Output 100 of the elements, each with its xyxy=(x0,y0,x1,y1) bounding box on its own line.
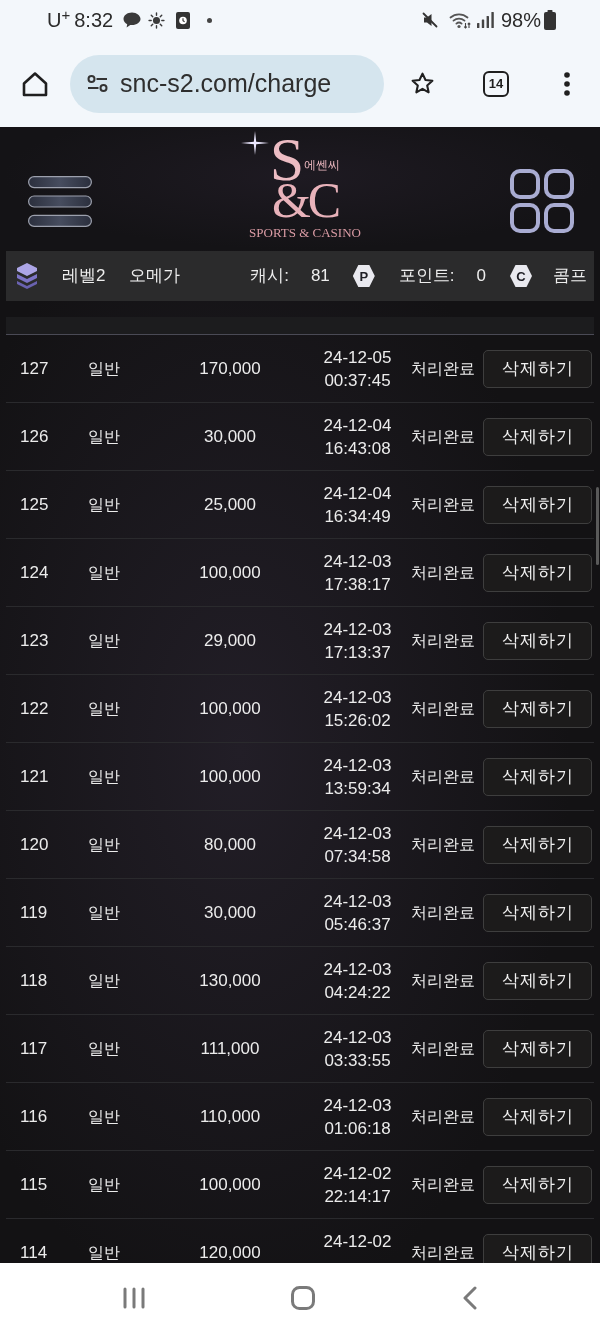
recent-apps-icon[interactable] xyxy=(122,1287,146,1309)
chat-bubble-icon xyxy=(123,12,142,28)
type-text: 일반 xyxy=(88,563,120,581)
row-number: 126 xyxy=(20,426,49,446)
type-text: 일반 xyxy=(88,631,120,649)
signal-icon xyxy=(476,12,494,28)
row-number: 120 xyxy=(20,834,49,854)
delete-button[interactable]: 삭제하기 xyxy=(483,893,592,932)
amount-text: 29,000 xyxy=(204,629,256,652)
type-text: 일반 xyxy=(88,1039,120,1057)
status-text: 처리완료 xyxy=(411,767,475,785)
type-text: 일반 xyxy=(88,1243,120,1261)
url-text: snc-s2.com/charge xyxy=(120,67,332,99)
points-value: 0 xyxy=(476,265,486,288)
bookmark-star-icon[interactable] xyxy=(410,71,435,96)
delete-button[interactable]: 삭제하기 xyxy=(483,1233,592,1263)
site-settings-icon[interactable] xyxy=(87,75,108,92)
date-text: 24-12-03 xyxy=(323,890,392,913)
amount-text: 120,000 xyxy=(199,1241,261,1263)
amount-text: 100,000 xyxy=(199,765,261,788)
time-text: 03:33:55 xyxy=(324,1049,391,1072)
status-text: 처리완료 xyxy=(411,495,475,513)
row-number: 125 xyxy=(20,494,49,514)
amount-text: 111,000 xyxy=(200,1037,260,1060)
date-text: 24-12-05 xyxy=(323,346,392,369)
clock-icon xyxy=(176,11,191,29)
row-number: 115 xyxy=(20,1174,48,1194)
home-icon[interactable] xyxy=(22,70,48,97)
time-text: 05:46:37 xyxy=(324,913,391,936)
logo-korean-text: 에쎈씨 xyxy=(304,159,341,172)
delete-button[interactable]: 삭제하기 xyxy=(483,1165,592,1204)
layers-icon xyxy=(16,262,38,290)
status-text: 처리완료 xyxy=(411,699,475,717)
type-text: 일반 xyxy=(88,427,120,445)
delete-button[interactable]: 삭제하기 xyxy=(483,349,592,388)
time-text: 22:14:17 xyxy=(324,1185,391,1208)
cash-label: 캐시: xyxy=(250,265,289,288)
sun-icon xyxy=(148,11,166,29)
type-text: 일반 xyxy=(88,767,120,785)
menu-icon[interactable] xyxy=(28,175,92,228)
delete-button[interactable]: 삭제하기 xyxy=(483,825,592,864)
status-text: 처리완료 xyxy=(411,903,475,921)
row-number: 124 xyxy=(20,562,49,582)
time-text: 17:38:17 xyxy=(324,573,391,596)
delete-button[interactable]: 삭제하기 xyxy=(483,689,592,728)
back-icon[interactable] xyxy=(462,1286,478,1310)
type-text: 일반 xyxy=(88,903,120,921)
point-badge: P xyxy=(352,265,375,287)
date-text: 24-12-04 xyxy=(323,482,392,505)
time-text: 16:34:49 xyxy=(324,505,391,528)
address-bar[interactable]: snc-s2.com/charge xyxy=(70,54,384,113)
amount-text: 30,000 xyxy=(204,425,256,448)
time-text: 07:34:58 xyxy=(324,845,391,868)
amount-text: 110,000 xyxy=(199,1105,261,1128)
status-text: 처리완료 xyxy=(411,427,475,445)
amount-text: 80,000 xyxy=(204,833,256,856)
status-text: 처리완료 xyxy=(411,359,475,377)
grid-menu-icon[interactable] xyxy=(510,168,574,233)
delete-button[interactable]: 삭제하기 xyxy=(483,961,592,1000)
status-text: 처리완료 xyxy=(411,563,475,581)
row-number: 121 xyxy=(20,766,49,786)
delete-button[interactable]: 삭제하기 xyxy=(483,1097,592,1136)
notification-dot-icon xyxy=(207,17,213,23)
cash-value: 81 xyxy=(310,265,330,288)
row-number: 127 xyxy=(20,358,49,378)
date-text: 24-12-04 xyxy=(323,414,392,437)
amount-text: 170,000 xyxy=(199,357,261,380)
tab-count-button[interactable]: 14 xyxy=(483,70,509,97)
delete-button[interactable]: 삭제하기 xyxy=(483,553,592,592)
date-text: 24-12-03 xyxy=(323,618,392,641)
time-text: 04:24:22 xyxy=(324,981,391,1004)
date-text: 24-12-03 xyxy=(323,1026,392,1049)
comp-badge: C xyxy=(510,265,532,287)
home-button-icon[interactable] xyxy=(291,1286,315,1310)
row-number: 118 xyxy=(20,970,48,990)
delete-button[interactable]: 삭제하기 xyxy=(483,417,592,456)
date-text: 24-12-03 xyxy=(323,1094,392,1117)
scrollbar-thumb[interactable] xyxy=(596,487,599,565)
row-number: 119 xyxy=(20,902,48,922)
status-text: 처리완료 xyxy=(411,631,475,649)
date-text: 24-12-03 xyxy=(323,550,392,573)
type-text: 일반 xyxy=(88,971,120,989)
amount-text: 25,000 xyxy=(204,493,256,516)
status-text: 처리완료 xyxy=(411,835,475,853)
status-text: 처리완료 xyxy=(411,1243,475,1261)
delete-button[interactable]: 삭제하기 xyxy=(483,757,592,796)
wifi-icon xyxy=(448,11,471,29)
amount-text: 100,000 xyxy=(199,561,261,584)
type-text: 일반 xyxy=(88,699,120,717)
nickname-text: 오메가 xyxy=(129,265,181,288)
delete-button[interactable]: 삭제하기 xyxy=(483,621,592,660)
row-number: 122 xyxy=(20,698,49,718)
more-options-icon[interactable] xyxy=(564,71,570,96)
date-text: 24-12-02 xyxy=(323,1230,392,1253)
time-text: 01:06:18 xyxy=(324,1117,391,1140)
comp-link[interactable]: 콤프 xyxy=(553,263,587,289)
delete-button[interactable]: 삭제하기 xyxy=(483,485,592,524)
amount-text: 100,000 xyxy=(199,1173,261,1196)
status-text: 처리완료 xyxy=(411,1107,475,1125)
delete-button[interactable]: 삭제하기 xyxy=(483,1029,592,1068)
